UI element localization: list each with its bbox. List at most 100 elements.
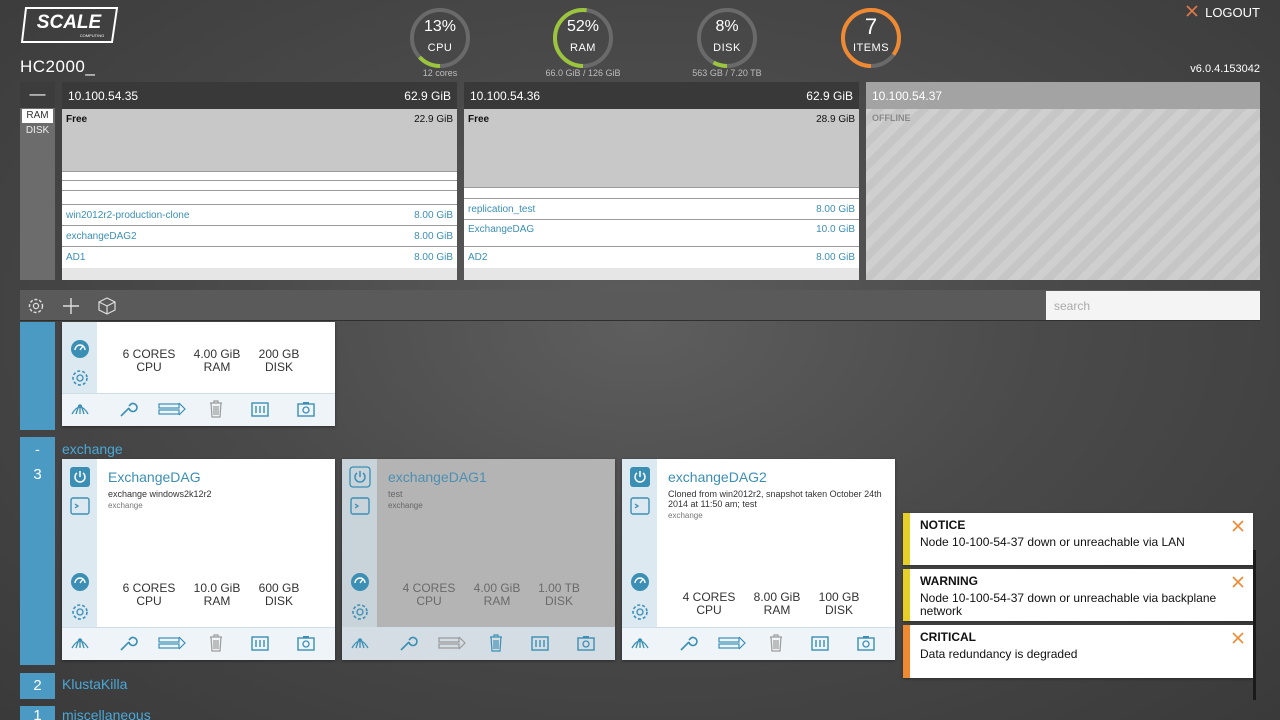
vm-memory-row[interactable]: ExchangeDAG 10.0 GiB	[464, 219, 859, 246]
gear-icon[interactable]	[69, 367, 91, 389]
group-name[interactable]: miscellaneous	[62, 707, 151, 720]
ram-tab[interactable]: RAM	[22, 109, 53, 123]
gauge-icon[interactable]	[629, 571, 651, 593]
close-icon[interactable]	[1231, 631, 1245, 645]
snapshot-icon[interactable]	[855, 632, 877, 654]
vm-card[interactable]: exchangeDAG2 Cloned from win2012r2, snap…	[622, 459, 895, 660]
power-icon[interactable]	[349, 466, 371, 488]
shell-icon[interactable]	[69, 398, 91, 420]
vm-memory-row[interactable]: AD1 8.00 GiB	[62, 246, 457, 268]
clone-icon[interactable]	[529, 632, 551, 654]
free-value: 28.9 GiB	[816, 114, 855, 125]
free-label: Free	[468, 114, 490, 125]
gear-icon[interactable]	[69, 601, 91, 623]
search-input[interactable]	[1046, 291, 1260, 320]
trash-icon[interactable]	[205, 632, 227, 654]
console-icon[interactable]	[69, 495, 91, 517]
shell-icon[interactable]	[629, 632, 651, 654]
node-card-offline[interactable]: 10.100.54.37 OFFLINE	[866, 82, 1260, 280]
gauge-icon[interactable]	[349, 571, 371, 593]
disk-caption: DISK	[264, 594, 293, 608]
disk-caption: DISK	[544, 594, 573, 608]
vm-memory-row[interactable]: replication_test 8.00 GiB	[464, 198, 859, 219]
logout-button[interactable]: LOGOUT	[1185, 4, 1260, 21]
clone-icon[interactable]	[249, 632, 271, 654]
scrollbar[interactable]	[1253, 550, 1256, 700]
vm-size: 8.00 GiB	[414, 230, 453, 242]
trash-icon[interactable]	[485, 632, 507, 654]
gear-icon[interactable]	[629, 601, 651, 623]
move-icon[interactable]	[157, 632, 187, 654]
power-icon[interactable]	[69, 466, 91, 488]
gauge-icon[interactable]	[69, 571, 91, 593]
vm-name: win2012r2-production-clone	[66, 209, 190, 221]
vm-description: Cloned from win2012r2, snapshot taken Oc…	[668, 489, 882, 509]
alert-level: NOTICE	[920, 518, 966, 532]
disk-tab[interactable]: DISK	[22, 124, 53, 138]
gear-icon[interactable]	[349, 601, 371, 623]
disk-stat: 100 GB DISK	[804, 591, 874, 617]
wrench-icon[interactable]	[397, 632, 419, 654]
disk-percent: 8%	[715, 18, 739, 35]
move-icon[interactable]	[157, 398, 187, 420]
group-name[interactable]: exchange	[62, 441, 123, 457]
gear-icon[interactable]	[26, 296, 46, 316]
vm-card[interactable]: exchangeDAG1 test exchange 4 CORES CPU 4.…	[342, 459, 615, 660]
snapshot-icon[interactable]	[295, 632, 317, 654]
group-name[interactable]: KlustaKilla	[62, 676, 127, 692]
ram-caption: RAM	[203, 360, 231, 374]
plus-icon[interactable]	[61, 296, 81, 316]
node-header: 10.100.54.37	[866, 82, 1260, 109]
node-ip: 10.100.54.36	[470, 88, 541, 103]
vm-title[interactable]: exchangeDAG1	[388, 469, 487, 485]
box-icon[interactable]	[97, 296, 117, 316]
vm-description: test	[388, 489, 403, 499]
node-total: 62.9 GiB	[806, 88, 853, 103]
vm-memory-row[interactable]: win2012r2-production-clone 8.00 GiB	[62, 204, 457, 225]
close-icon[interactable]	[1231, 575, 1245, 589]
clone-icon[interactable]	[249, 398, 271, 420]
ram-label: RAM	[570, 42, 596, 54]
vm-tag: exchange	[388, 501, 423, 510]
alert-severity-bar	[903, 513, 910, 565]
ram-caption: RAM	[763, 603, 791, 617]
clone-icon[interactable]	[809, 632, 831, 654]
group-count: 1	[33, 707, 42, 720]
console-icon[interactable]	[349, 495, 371, 517]
items-gauge[interactable]: 7 ITEMS	[836, 6, 906, 80]
group-collapse[interactable]: -	[20, 441, 55, 457]
wrench-icon[interactable]	[677, 632, 699, 654]
shell-icon[interactable]	[349, 632, 371, 654]
power-icon[interactable]	[629, 466, 651, 488]
gauge-icon[interactable]	[69, 338, 91, 360]
node-ip: 10.100.54.35	[68, 88, 139, 103]
node-card[interactable]: 10.100.54.36 62.9 GiB Free 28.9 GiB repli…	[464, 82, 859, 280]
group-tab[interactable]	[20, 322, 55, 430]
move-icon[interactable]	[717, 632, 747, 654]
wrench-icon[interactable]	[117, 632, 139, 654]
disk-gauge: 8% DISK 563 GB / 7.20 TB	[692, 6, 762, 80]
node-ip: 10.100.54.37	[872, 88, 943, 103]
vm-card[interactable]: ExchangeDAG exchange windows2k12r2 excha…	[62, 459, 335, 660]
snapshot-icon[interactable]	[295, 398, 317, 420]
node-card[interactable]: 10.100.54.35 62.9 GiB Free 22.9 GiB win20…	[62, 82, 457, 280]
trash-icon[interactable]	[765, 632, 787, 654]
collapse-toggle[interactable]: —	[20, 82, 55, 108]
vm-title[interactable]: ExchangeDAG	[108, 469, 201, 485]
cpu-caption: CPU	[136, 360, 162, 374]
free-label: Free	[66, 114, 88, 125]
ram-gauge: 52% RAM 66.0 GiB / 126 GiB	[545, 6, 621, 80]
vm-memory-row[interactable]: exchangeDAG2 8.00 GiB	[62, 225, 457, 246]
vm-memory-row[interactable]: AD2 8.00 GiB	[464, 246, 859, 268]
vm-size: 8.00 GiB	[414, 252, 453, 263]
snapshot-icon[interactable]	[575, 632, 597, 654]
vm-name: AD1	[66, 252, 86, 263]
vm-card[interactable]: 6 CORES CPU 4.00 GiB RAM 200 GB DISK	[62, 322, 335, 426]
wrench-icon[interactable]	[117, 398, 139, 420]
move-icon[interactable]	[437, 632, 467, 654]
console-icon[interactable]	[629, 495, 651, 517]
close-icon[interactable]	[1231, 519, 1245, 533]
trash-icon[interactable]	[205, 398, 227, 420]
vm-title[interactable]: exchangeDAG2	[668, 469, 767, 485]
shell-icon[interactable]	[69, 632, 91, 654]
